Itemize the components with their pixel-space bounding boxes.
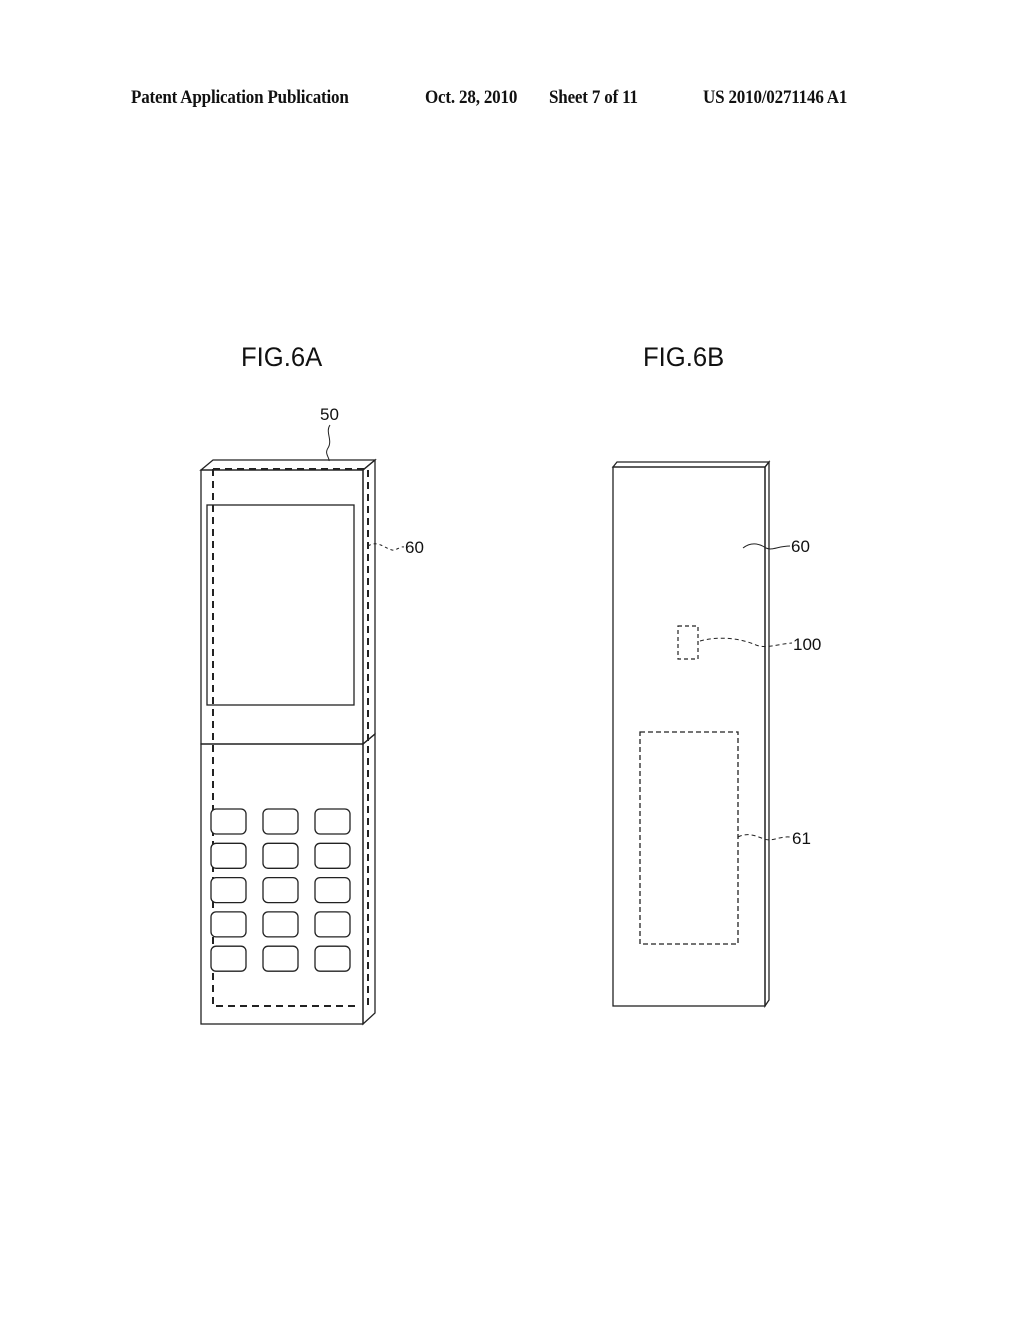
patent-drawing: 50 60 60 100 61 <box>199 405 821 1026</box>
leader-line-61 <box>737 834 791 841</box>
reference-label-60-fig6b: 60 <box>791 537 810 556</box>
keypad-key <box>314 842 351 869</box>
keypad-key <box>210 876 247 904</box>
phone-upper-housing <box>200 469 364 745</box>
keypad-key <box>210 945 247 972</box>
rear-housing-60 <box>612 466 766 1007</box>
keypad-key <box>314 911 351 938</box>
leader-line-100 <box>699 637 793 648</box>
region-61-dashed <box>639 731 739 945</box>
keypad-key <box>262 842 299 869</box>
rear-top-face <box>611 461 771 468</box>
reference-label-50: 50 <box>320 405 339 424</box>
keypad-key <box>210 842 247 869</box>
leader-line-60-a <box>367 543 405 551</box>
keypad-key <box>210 808 247 835</box>
phone-display <box>206 504 355 706</box>
reference-label-100: 100 <box>793 635 821 654</box>
keypad-key <box>314 945 351 972</box>
keypad-key <box>262 911 299 938</box>
keypad <box>210 808 351 972</box>
component-100-dashed <box>677 625 699 660</box>
keypad-key <box>210 911 247 938</box>
leader-line-60-b <box>742 543 791 550</box>
keypad-key <box>314 876 351 904</box>
keypad-key <box>314 808 351 835</box>
leader-line-50 <box>326 424 331 462</box>
keypad-key <box>262 945 299 972</box>
reference-label-61: 61 <box>792 829 811 848</box>
figure-6b-housing <box>611 460 793 1009</box>
reference-label-60-fig6a: 60 <box>405 538 424 557</box>
figure-6a-phone <box>199 424 405 1026</box>
keypad-key <box>262 876 299 904</box>
keypad-key <box>262 808 299 835</box>
